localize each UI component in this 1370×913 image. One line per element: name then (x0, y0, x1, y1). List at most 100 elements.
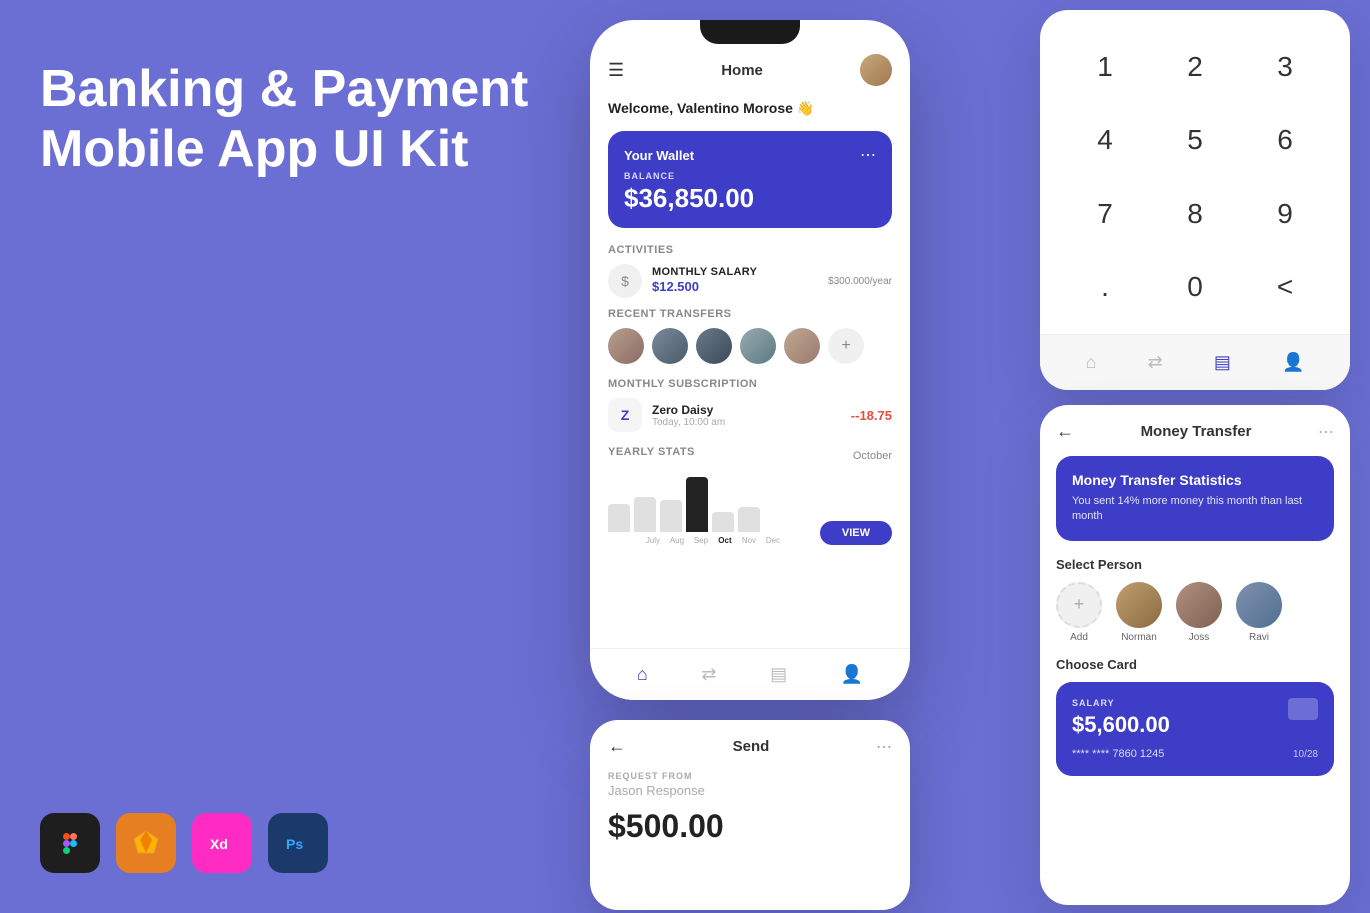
wallet-balance: $36,850.00 (624, 183, 876, 214)
transfers-row: + (608, 328, 892, 364)
card-date: 10/28 (1293, 749, 1318, 760)
person-joss-label: Joss (1189, 632, 1210, 643)
transfer-panel-header: ← Money Transfer ⋯ (1056, 421, 1334, 442)
wallet-options-icon[interactable]: ⋯ (860, 145, 876, 165)
card-display: SALARY $5,600.00 **** **** 7860 1245 10/… (1056, 682, 1334, 776)
user-avatar[interactable] (860, 54, 892, 86)
home-nav-icon[interactable]: ⌂ (637, 664, 648, 685)
add-person-btn[interactable]: + (1056, 582, 1102, 628)
phone-page-title: Home (721, 62, 763, 79)
salary-amount: $12.500 (652, 279, 699, 294)
profile-nav-icon[interactable]: 👤 (841, 664, 863, 685)
numpad-key-5[interactable]: 5 (1150, 104, 1240, 178)
numpad-key-6[interactable]: 6 (1240, 104, 1330, 178)
joss-avatar[interactable] (1176, 582, 1222, 628)
numpad-key-3[interactable]: 3 (1240, 30, 1330, 104)
numpad-key-9[interactable]: 9 (1240, 177, 1330, 251)
numpad-key-2[interactable]: 2 (1150, 30, 1240, 104)
phone-bottom-nav: ⌂ ⇄ ▤ 👤 (590, 648, 910, 700)
transfer-avatar-5[interactable] (784, 328, 820, 364)
subscription-amount: --18.75 (851, 408, 892, 423)
bar-aug (634, 497, 656, 532)
select-person-label: Select Person (1056, 557, 1334, 572)
transfer-avatar-2[interactable] (652, 328, 688, 364)
figma-icon (40, 813, 100, 873)
wallet-balance-label: BALANCE (624, 171, 876, 181)
transfer-avatar-4[interactable] (740, 328, 776, 364)
numpad-key-8[interactable]: 8 (1150, 177, 1240, 251)
send-options-icon[interactable]: ⋯ (876, 737, 892, 757)
ps-icon: Ps (268, 813, 328, 873)
phone-header: ☰ Home (608, 54, 892, 86)
numpad-key-4[interactable]: 4 (1060, 104, 1150, 178)
bar-rect-oct (686, 477, 708, 532)
salary-label: MONTHLY SALARY (652, 266, 818, 278)
transfer-stats-desc: You sent 14% more money this month than … (1072, 494, 1318, 525)
phone-mockup: ☰ Home Welcome, Valentino Morose 👋 Your … (590, 20, 910, 700)
transfer-options-icon[interactable]: ⋯ (1318, 422, 1334, 442)
numpad-panel: 123 456 789.0< ⌂ ⇄ ▤ 👤 (1040, 10, 1350, 390)
card-amount: $5,600.00 (1072, 712, 1318, 738)
salary-activity-item: $ MONTHLY SALARY $12.500 $300.000/year (608, 264, 892, 298)
bar-rect-nov (712, 512, 734, 532)
yearly-month: October (853, 450, 892, 462)
numpad-profile-icon[interactable]: 👤 (1282, 352, 1304, 373)
hero-title-area: Banking & Payment Mobile App UI Kit (40, 60, 540, 180)
person-norman-label: Norman (1121, 632, 1157, 643)
transfer-panel-title: Money Transfer (1141, 423, 1252, 440)
numpad-body: 123 456 789.0< (1040, 10, 1350, 334)
ravi-avatar[interactable] (1236, 582, 1282, 628)
person-ravi-label: Ravi (1249, 632, 1269, 643)
welcome-text: Welcome, Valentino Morose 👋 (608, 100, 892, 117)
numpad-key-backspace[interactable]: < (1240, 251, 1330, 325)
money-transfer-panel: ← Money Transfer ⋯ Money Transfer Statis… (1040, 405, 1350, 905)
transfer-back-icon[interactable]: ← (1056, 421, 1074, 442)
card-number: **** **** 7860 1245 (1072, 748, 1318, 760)
subscription-time: Today, 10:00 am (652, 417, 841, 428)
phone-frame: ☰ Home Welcome, Valentino Morose 👋 Your … (590, 20, 910, 700)
bar-rect-dec (738, 507, 760, 532)
transfer-nav-icon[interactable]: ⇄ (701, 664, 716, 685)
activities-label: Activities (608, 244, 892, 256)
transfer-avatar-1[interactable] (608, 328, 644, 364)
transfer-stats-card: Money Transfer Statistics You sent 14% m… (1056, 456, 1334, 541)
norman-avatar[interactable] (1116, 582, 1162, 628)
person-add[interactable]: + Add (1056, 582, 1102, 643)
numpad-home-icon[interactable]: ⌂ (1086, 352, 1097, 373)
request-from-name: Jason Response (608, 783, 892, 798)
view-button[interactable]: VIEW (820, 521, 892, 545)
numpad-key-7[interactable]: 7 (1060, 177, 1150, 251)
transfer-stats-title: Money Transfer Statistics (1072, 472, 1318, 488)
bar-dec (738, 507, 760, 532)
transfer-add-btn[interactable]: + (828, 328, 864, 364)
persons-row: + Add Norman Joss Ravi (1056, 582, 1334, 643)
choose-card-label: Choose Card (1056, 657, 1334, 672)
person-norman[interactable]: Norman (1116, 582, 1162, 643)
numpad-key-0[interactable]: 0 (1150, 251, 1240, 325)
numpad-transfer-icon[interactable]: ⇄ (1148, 352, 1163, 373)
numpad-key-dot[interactable]: . (1060, 251, 1150, 325)
person-add-label: Add (1070, 632, 1088, 643)
monthly-subscription-label: MONTHLY SUBSCRIPTION (608, 378, 892, 390)
bar-chart (608, 472, 818, 532)
send-panel: ← Send ⋯ REQUEST FROM Jason Response $50… (590, 720, 910, 910)
send-back-icon[interactable]: ← (608, 736, 626, 757)
send-title: Send (733, 738, 770, 755)
bar-rect-aug (634, 497, 656, 532)
salary-icon: $ (608, 264, 642, 298)
numpad-card-icon[interactable]: ▤ (1214, 352, 1231, 373)
svg-text:Xd: Xd (210, 836, 228, 852)
send-header: ← Send ⋯ (608, 736, 892, 757)
hamburger-icon[interactable]: ☰ (608, 60, 624, 81)
person-ravi[interactable]: Ravi (1236, 582, 1282, 643)
card-nav-icon[interactable]: ▤ (770, 664, 787, 685)
numpad-key-1[interactable]: 1 (1060, 30, 1150, 104)
bar-nov (712, 512, 734, 532)
person-joss[interactable]: Joss (1176, 582, 1222, 643)
transfer-avatar-3[interactable] (696, 328, 732, 364)
numpad-nav: ⌂ ⇄ ▤ 👤 (1040, 334, 1350, 390)
yearly-stats-label: YEARLY STATS (608, 446, 695, 458)
bar-oct (686, 477, 708, 532)
xd-icon: Xd (192, 813, 252, 873)
subscription-item: Z Zero Daisy Today, 10:00 am --18.75 (608, 398, 892, 432)
